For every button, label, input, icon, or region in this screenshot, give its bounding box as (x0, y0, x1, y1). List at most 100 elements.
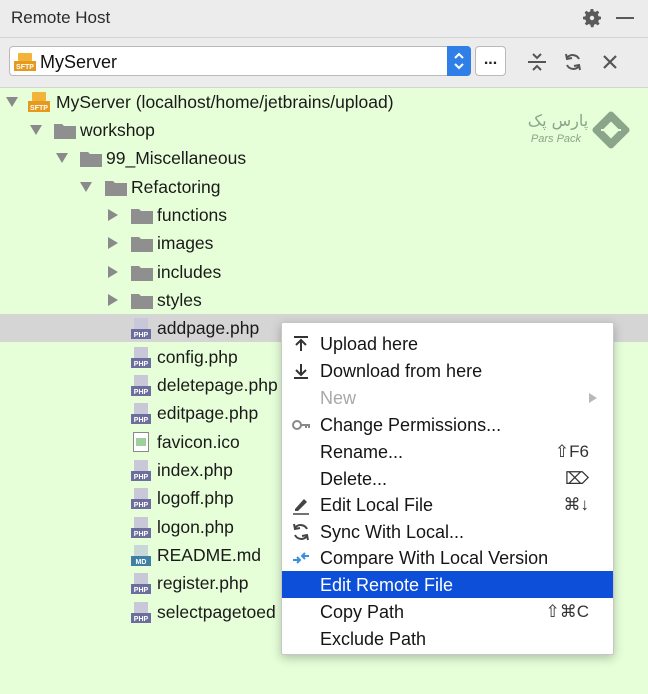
tree-file-label: README.md (157, 545, 262, 565)
chevron-up-down-icon (454, 52, 464, 70)
collapse-arrow-icon[interactable] (108, 266, 118, 278)
folder-icon (131, 294, 153, 309)
svg-text:PHP: PHP (134, 417, 149, 424)
svg-text:PHP: PHP (134, 587, 149, 594)
tree-file-label: config.php (157, 347, 238, 367)
tree-file-label: logoff.php (157, 488, 234, 508)
tree-folder[interactable]: functions (0, 201, 648, 229)
php-file-icon: PHP (131, 347, 151, 368)
menu-item-label: Compare With Local Version (320, 548, 549, 568)
upload-icon (294, 336, 308, 351)
menu-item-label: Exclude Path (320, 629, 427, 649)
svg-text:PHP: PHP (134, 616, 149, 623)
collapse-arrow-icon[interactable] (108, 209, 118, 221)
menu-item-label: Delete... (320, 469, 388, 489)
folder-icon (131, 209, 153, 224)
svg-text:SFTP: SFTP (16, 64, 34, 71)
menu-item-label: Copy Path (320, 602, 405, 622)
tree-folder-label: Refactoring (131, 177, 221, 197)
tree-file-label: index.php (157, 460, 233, 480)
folder-icon (105, 181, 127, 196)
tree-file-label: addpage.php (157, 318, 260, 338)
folder-icon (54, 124, 76, 139)
server-select[interactable]: SFTP MyServer (9, 46, 471, 76)
php-file-icon: PHP (131, 318, 151, 339)
menu-item-shortcut: ⇧F6 (554, 442, 589, 461)
menu-item-upload-here[interactable]: Upload here (282, 330, 613, 357)
menu-item-label: Rename... (320, 442, 404, 462)
menu-item-shortcut: ⌦ (564, 469, 589, 488)
expand-arrow-icon[interactable] (30, 125, 42, 135)
tree-file-label: favicon.ico (157, 432, 240, 452)
menu-item-label: Download from here (320, 361, 483, 381)
tree-folder-label: styles (157, 290, 202, 310)
context-menu: Upload here Download from here New Chang… (281, 322, 614, 655)
menu-item-shortcut: ⌘↓ (563, 495, 590, 514)
tree-root-label: MyServer (localhost/home/jetbrains/uploa… (56, 92, 394, 112)
php-file-icon: PHP (131, 403, 151, 424)
tree-folder[interactable]: styles (0, 286, 648, 314)
gear-icon[interactable] (580, 6, 604, 30)
more-button[interactable]: ... (475, 46, 506, 76)
server-select-value: MyServer (40, 52, 118, 72)
tree-folder[interactable]: includes (0, 258, 648, 286)
title-bar: Remote Host (0, 0, 648, 38)
logo-text-fa: پارس پک (528, 111, 588, 131)
svg-text:SFTP: SFTP (30, 105, 48, 112)
folder-icon (131, 237, 153, 252)
menu-item-exclude-path[interactable]: Exclude Path (282, 625, 613, 652)
collapse-arrow-icon[interactable] (108, 237, 118, 249)
svg-text:PHP: PHP (134, 332, 149, 339)
select-stepper[interactable] (447, 46, 471, 76)
svg-text:PHP: PHP (134, 361, 149, 368)
folder-icon (80, 152, 102, 167)
menu-item-compare-with-local[interactable]: Compare With Local Version (282, 544, 613, 571)
php-file-icon: PHP (131, 375, 151, 396)
key-icon (292, 420, 310, 430)
menu-item-new[interactable]: New (282, 384, 613, 411)
tree-folder-label: images (157, 233, 214, 253)
tree-folder-label: includes (157, 262, 222, 282)
svg-text:PHP: PHP (134, 531, 149, 538)
collapse-arrow-icon[interactable] (108, 294, 118, 306)
pencil-icon (293, 499, 309, 515)
menu-item-edit-remote-file[interactable]: Edit Remote File (282, 571, 613, 598)
menu-item-label: Edit Local File (320, 495, 434, 515)
sftp-server-icon: SFTP (28, 92, 50, 112)
download-icon (294, 364, 308, 379)
tree-folder[interactable]: images (0, 229, 648, 257)
expand-arrow-icon[interactable] (6, 97, 18, 107)
tree-folder-label: workshop (80, 120, 155, 140)
sftp-server-icon: SFTP (14, 53, 36, 71)
toolbar: SFTP MyServer ... (0, 38, 648, 88)
php-file-icon: PHP (131, 460, 151, 481)
menu-item-copy-path[interactable]: Copy Path ⇧⌘C (282, 598, 613, 625)
php-file-icon: PHP (131, 488, 151, 509)
menu-item-label: New (320, 388, 357, 408)
expand-arrow-icon[interactable] (80, 182, 92, 192)
menu-item-label: Change Permissions... (320, 415, 502, 435)
close-icon[interactable] (600, 52, 620, 72)
svg-text:MD: MD (136, 559, 147, 566)
svg-text:PHP: PHP (134, 502, 149, 509)
tree-folder-label: 99_Miscellaneous (106, 148, 247, 168)
menu-item-change-permissions[interactable]: Change Permissions... (282, 411, 613, 438)
parspack-logo: پارس پک Pars Pack (518, 108, 634, 152)
tree-file-label: editpage.php (157, 403, 259, 423)
refresh-icon[interactable] (563, 52, 583, 72)
compare-icon (293, 552, 309, 564)
markdown-file-icon: MD (131, 545, 151, 566)
collapse-all-icon[interactable] (527, 52, 547, 72)
menu-item-edit-local-file[interactable]: Edit Local File ⌘↓ (282, 491, 613, 518)
tree-folder-refactoring[interactable]: Refactoring (0, 173, 648, 201)
menu-item-rename[interactable]: Rename... ⇧F6 (282, 438, 613, 465)
expand-arrow-icon[interactable] (56, 153, 68, 163)
menu-item-sync-with-local[interactable]: Sync With Local... (282, 518, 613, 545)
image-file-icon (133, 432, 149, 452)
window-title: Remote Host (11, 8, 111, 27)
minimize-icon[interactable] (616, 17, 634, 19)
menu-item-download-from-here[interactable]: Download from here (282, 357, 613, 384)
menu-item-delete[interactable]: Delete... ⌦ (282, 465, 613, 492)
sync-icon (293, 523, 309, 541)
submenu-arrow-icon (589, 393, 597, 403)
